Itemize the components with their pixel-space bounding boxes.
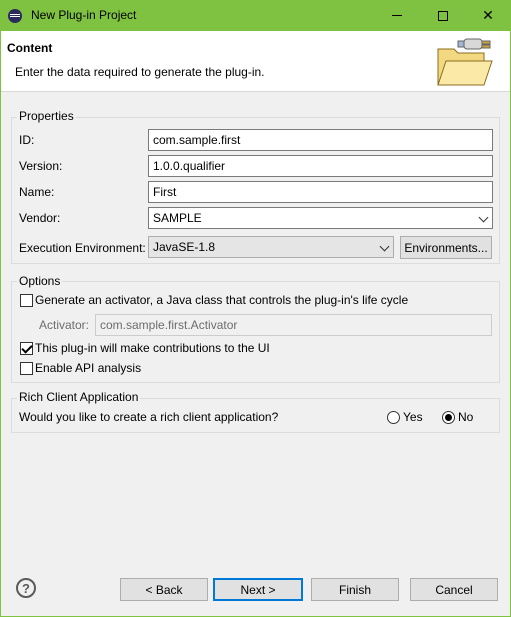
rca-yes-radio[interactable] bbox=[387, 411, 400, 424]
page-description: Enter the data required to generate the … bbox=[15, 65, 265, 79]
id-label: ID: bbox=[19, 133, 35, 147]
execution-environment-value: JavaSE-1.8 bbox=[153, 240, 216, 254]
rca-no-radio[interactable] bbox=[442, 411, 455, 424]
name-field[interactable] bbox=[148, 181, 493, 203]
ui-contributions-checkbox[interactable] bbox=[20, 342, 33, 355]
activator-label: Activator: bbox=[39, 318, 90, 332]
rca-yes-label[interactable]: Yes bbox=[403, 410, 423, 424]
name-label: Name: bbox=[19, 185, 55, 199]
execution-environment-combo[interactable]: JavaSE-1.8 bbox=[148, 236, 394, 258]
dialog-client: Content Enter the data required to gener… bbox=[1, 31, 510, 616]
help-icon[interactable]: ? bbox=[16, 578, 36, 598]
next-button[interactable]: Next > bbox=[213, 578, 303, 601]
rca-no-label[interactable]: No bbox=[458, 410, 473, 424]
eclipse-icon bbox=[8, 9, 22, 23]
close-icon: ✕ bbox=[482, 7, 494, 23]
chevron-down-icon bbox=[379, 241, 390, 252]
maximize-icon bbox=[438, 10, 448, 21]
finish-button[interactable]: Finish bbox=[311, 578, 399, 601]
back-button[interactable]: < Back bbox=[120, 578, 208, 601]
version-field[interactable] bbox=[148, 155, 493, 177]
api-analysis-label[interactable]: Enable API analysis bbox=[35, 361, 141, 375]
rca-question: Would you like to create a rich client a… bbox=[19, 410, 279, 424]
minimize-icon bbox=[392, 15, 402, 16]
chevron-down-icon bbox=[478, 212, 489, 223]
dialog-window: New Plug-in Project ✕ Content Enter the … bbox=[0, 0, 511, 617]
properties-group-label: Properties bbox=[17, 109, 76, 123]
close-button[interactable]: ✕ bbox=[465, 0, 511, 31]
maximize-button[interactable] bbox=[420, 0, 466, 31]
options-group-label: Options bbox=[17, 274, 63, 288]
vendor-label: Vendor: bbox=[19, 211, 61, 225]
ui-contributions-label[interactable]: This plug-in will make contributions to … bbox=[35, 341, 270, 355]
id-field[interactable] bbox=[148, 129, 493, 151]
title-bar: New Plug-in Project ✕ bbox=[0, 0, 511, 31]
generate-activator-label[interactable]: Generate an activator, a Java class that… bbox=[35, 293, 408, 307]
minimize-button[interactable] bbox=[374, 0, 420, 31]
wizard-header: Content Enter the data required to gener… bbox=[1, 31, 510, 92]
version-label: Version: bbox=[19, 159, 63, 173]
rca-group-label: Rich Client Application bbox=[17, 390, 141, 404]
execution-environment-label: Execution Environment: bbox=[19, 241, 146, 255]
vendor-combo[interactable]: SAMPLE bbox=[148, 207, 493, 229]
activator-field bbox=[95, 314, 492, 336]
environments-button[interactable]: Environments... bbox=[400, 236, 492, 259]
api-analysis-checkbox[interactable] bbox=[20, 362, 33, 375]
plugin-folder-icon bbox=[437, 38, 493, 86]
page-title: Content bbox=[7, 41, 53, 55]
window-title: New Plug-in Project bbox=[31, 8, 137, 22]
cancel-button[interactable]: Cancel bbox=[410, 578, 498, 601]
vendor-value: SAMPLE bbox=[153, 211, 202, 225]
generate-activator-checkbox[interactable] bbox=[20, 294, 33, 307]
